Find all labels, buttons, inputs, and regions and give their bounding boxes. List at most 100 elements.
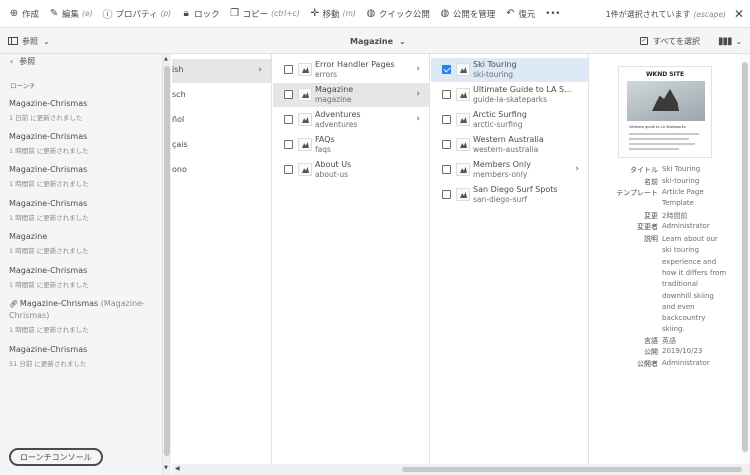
description-line: experience and — [662, 258, 717, 266]
action-toolbar: ⊕ 作成 ✎ 編集 (e) ⓘ プロパティ (p) 🔒︎ ロック ❐ コピー (ctrl+c) … — [0, 0, 750, 28]
checkbox-checked[interactable] — [442, 65, 451, 74]
list-item[interactable]: FAQs faqs — [273, 133, 429, 157]
launch-item[interactable]: Magazine-Chrismas 1 時間前 に更新されました — [9, 164, 159, 188]
checkbox[interactable] — [442, 140, 451, 149]
more-button[interactable]: ••• — [540, 0, 565, 28]
more-icon: ••• — [545, 8, 561, 19]
pencil-icon: ✎ — [49, 8, 59, 19]
list-item[interactable]: ish › — [172, 59, 271, 83]
preview-panel: WKND SITE Ultimate guide to LA Skatepark… — [590, 54, 740, 464]
scrollbar-thumb[interactable] — [742, 62, 748, 452]
header-bar: 参照 ⌄ Magazine ⌄ ✓ すべてを選択 ▮▮▮ ⌄ — [0, 28, 750, 54]
rail-toggle-button[interactable]: 参照 ⌄ — [8, 28, 50, 54]
close-icon[interactable]: ✕ — [734, 7, 744, 21]
copy-button[interactable]: ❐ コピー (ctrl+c) — [225, 0, 305, 28]
launch-item[interactable]: Magazine-Chrismas 1 時間前 に更新されました — [9, 265, 159, 289]
list-item[interactable]: Arctic Surfing arctic-surfing — [431, 108, 588, 132]
rail-scrollbar[interactable]: ▲ ▼ — [163, 54, 171, 475]
quick-publish-button[interactable]: ◍ クイック公開 — [361, 0, 435, 28]
checkbox[interactable] — [284, 140, 293, 149]
description-line: Learn about our — [662, 235, 718, 243]
page-thumbnail — [298, 138, 312, 151]
meta-template-cont: Template — [662, 199, 694, 207]
breadcrumb-title[interactable]: Magazine ⌄ — [350, 28, 406, 54]
checkbox[interactable] — [442, 115, 451, 124]
checkbox[interactable] — [284, 90, 293, 99]
rail-back-button[interactable]: ‹ 参照 — [10, 56, 35, 67]
edit-button[interactable]: ✎ 編集 (e) — [44, 0, 97, 28]
meta-modified: 変更 2時間前 — [644, 212, 688, 220]
rail-section-title: ローンチ — [10, 82, 36, 90]
launch-item[interactable]: Magazine-Chrismas 1 日前 に更新されました — [9, 98, 159, 122]
list-item[interactable]: San Diego Surf Spots san-diego-surf — [431, 183, 588, 207]
column-magazine-pages: Ski Touring ski-touring Ultimate Guide to… — [431, 54, 589, 464]
create-button[interactable]: ⊕ 作成 — [4, 0, 44, 28]
checkbox[interactable] — [284, 115, 293, 124]
checkbox[interactable] — [442, 165, 451, 174]
list-item[interactable]: Members Only members-only › — [431, 158, 588, 182]
scrollbar-thumb[interactable] — [164, 66, 170, 456]
lock-button[interactable]: 🔒︎ ロック — [176, 0, 225, 28]
select-all-button[interactable]: ✓ すべてを選択 — [640, 28, 700, 54]
list-item[interactable]: ono — [172, 159, 271, 183]
chevron-right-icon: › — [575, 164, 579, 174]
list-item[interactable]: Adventures adventures › — [273, 108, 429, 132]
move-button[interactable]: ✛ 移動 (m) — [305, 0, 361, 28]
list-item[interactable]: sch — [172, 84, 271, 108]
chevron-right-icon: › — [416, 89, 420, 99]
list-item[interactable]: ñol — [172, 109, 271, 133]
list-item[interactable]: Error Handler Pages errors › — [273, 58, 429, 82]
description-line: how it differs from — [662, 269, 727, 277]
column-view-icon: ▮▮▮ — [718, 35, 732, 47]
description-line: downhill skiing — [662, 292, 714, 300]
page-preview-image: WKND SITE Ultimate guide to LA Skatepark… — [618, 66, 712, 158]
page-thumbnail — [298, 163, 312, 176]
launch-item[interactable]: Magazine-Chrismas 51 分前 に更新されました — [9, 344, 159, 368]
list-item[interactable]: Ultimate Guide to LA Skat…guide-la-skate… — [431, 83, 588, 107]
view-switcher[interactable]: ▮▮▮ ⌄ — [718, 28, 742, 54]
scrollbar-thumb[interactable] — [402, 467, 742, 472]
meta-modified-by: 変更者 Administrator — [637, 222, 710, 231]
column-languages: ish › sch ñol çais ono — [172, 54, 272, 464]
manage-publication-button[interactable]: ◍ 公開を管理 — [435, 0, 501, 28]
scroll-left-icon[interactable]: ◀ — [175, 465, 180, 472]
launch-item[interactable]: 🔗︎ Magazine-Chrismas (Magazine-Chrismas) … — [9, 298, 159, 334]
left-rail: ‹ 参照 ローンチ Magazine-Chrismas 1 日前 に更新されまし… — [0, 54, 163, 475]
move-icon: ✛ — [310, 8, 319, 19]
horizontal-scrollbar[interactable]: ◀ — [172, 464, 750, 475]
scroll-down-icon[interactable]: ▼ — [164, 465, 168, 471]
description-line: ski touring — [662, 246, 700, 254]
checkbox[interactable] — [284, 165, 293, 174]
meta-template: テンプレート Article Page — [616, 188, 704, 197]
list-item[interactable]: Magazine magazine › — [273, 83, 429, 107]
scroll-up-icon[interactable]: ▲ — [164, 56, 168, 62]
list-item[interactable]: çais — [172, 134, 271, 158]
description-line: skiing. — [662, 325, 685, 333]
meta-publisher: 公開者 Administrator — [637, 359, 710, 368]
chevron-down-icon: ⌄ — [399, 36, 406, 46]
checkbox[interactable] — [442, 90, 451, 99]
chevron-right-icon: › — [416, 64, 420, 74]
chevron-down-icon: ⌄ — [735, 36, 743, 46]
chevron-right-icon: › — [258, 65, 262, 75]
description-line: traditional — [662, 280, 698, 288]
info-icon: ⓘ — [102, 10, 113, 21]
globe-icon: ◍ — [366, 8, 376, 19]
select-all-icon: ✓ — [640, 37, 648, 45]
meta-language: 言語 英語 — [644, 337, 676, 345]
properties-button[interactable]: ⓘ プロパティ (p) — [98, 0, 177, 28]
launch-console-button[interactable]: ローンチコンソール — [9, 448, 103, 466]
page-thumbnail — [298, 113, 312, 126]
checkbox[interactable] — [442, 190, 451, 199]
list-item[interactable]: About Us about-us — [273, 158, 429, 182]
preview-scrollbar[interactable] — [740, 54, 750, 464]
list-item[interactable]: Ski Touring ski-touring — [431, 58, 588, 82]
launch-item[interactable]: Magazine 1 時間前 に更新されました — [9, 231, 159, 255]
launch-item[interactable]: Magazine-Chrismas 1 時間前 に更新されました — [9, 131, 159, 155]
launch-item[interactable]: Magazine-Chrismas 1 時間前 に更新されました — [9, 198, 159, 222]
list-item[interactable]: Western Australia western-australia — [431, 133, 588, 157]
restore-button[interactable]: ↶ 復元 — [500, 0, 540, 28]
plus-circle-icon: ⊕ — [9, 8, 19, 19]
checkbox[interactable] — [284, 65, 293, 74]
meta-title: タイトル Ski Touring — [630, 165, 701, 174]
